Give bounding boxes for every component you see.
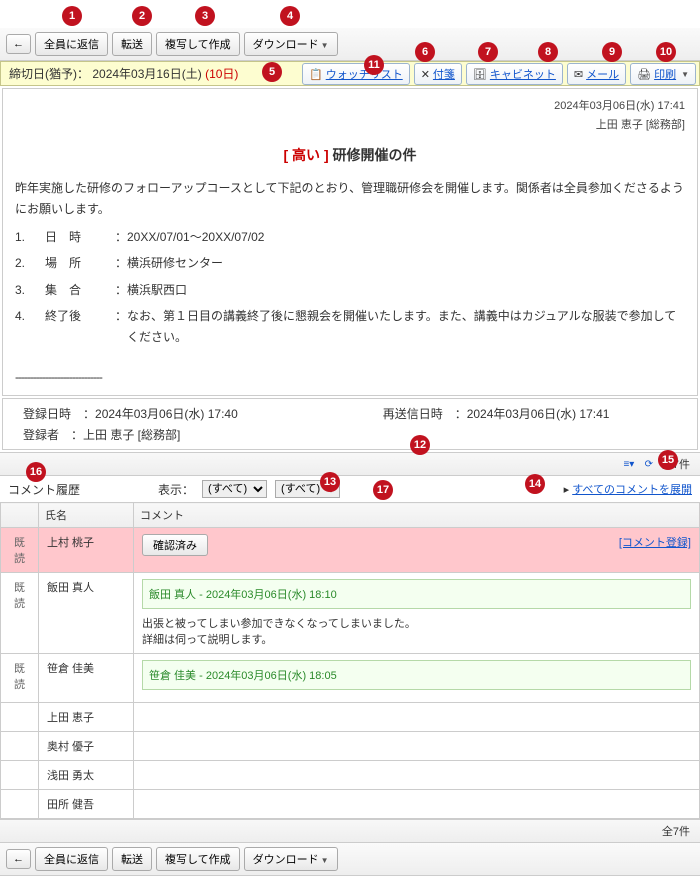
action-links-row: 📋ウォッチリスト ✕付箋 🗄キャビネット ✉メール 🖨印刷▼: [302, 63, 696, 85]
deadline-label: 締切日(猶予)：: [9, 67, 89, 81]
comment-timestamp: - 2024年03月06日(水) 18:10: [196, 589, 337, 601]
comment-history-label: コメント履歴: [8, 481, 80, 498]
comment-text: 詳細は伺って説明します。: [142, 631, 691, 647]
col-comment: コメント: [134, 503, 700, 528]
message-title: 研修開催の件: [333, 147, 417, 163]
comment-timestamp: - 2024年03月06日(水) 18:05: [196, 670, 337, 682]
expand-arrow-icon: ▸: [564, 484, 573, 496]
forward-button[interactable]: 転送: [112, 32, 152, 56]
dropdown-icon: ▼: [681, 70, 689, 79]
col-name: 氏名: [39, 503, 134, 528]
dropdown-icon: ▼: [321, 856, 329, 865]
table-row: 奥村 優子: [1, 732, 700, 761]
bottom-toolbar: ← 全員に返信 転送 複写して作成 ダウンロード▼: [0, 843, 700, 876]
back-button[interactable]: ←: [6, 849, 31, 869]
deadline-remaining: (10日): [205, 67, 238, 81]
fusen-link[interactable]: ✕付箋: [414, 63, 462, 85]
name-cell: 飯田 真人: [39, 573, 134, 654]
resent-datetime: 2024年03月06日(水) 17:41: [467, 407, 610, 421]
mail-icon: ✉: [574, 68, 583, 81]
confirm-button[interactable]: 確認済み: [142, 534, 208, 556]
comment-text: 出張と被ってしまい参加できなくなってしまいました。: [142, 615, 691, 631]
total-count: 全7件: [662, 456, 690, 472]
watchlist-link[interactable]: 📋ウォッチリスト: [302, 63, 410, 85]
copy-create-button[interactable]: 複写して作成: [156, 32, 240, 56]
filter-select-2[interactable]: (すべて): [275, 480, 340, 498]
total-count: 全7件: [662, 823, 690, 839]
name-cell: 笹倉 佳美: [39, 654, 134, 703]
message-datetime: 2024年03月06日(水) 17:41: [15, 97, 685, 116]
reply-all-button[interactable]: 全員に返信: [35, 847, 108, 871]
deadline-date: 2024年03月16日(土): [92, 67, 201, 81]
back-button[interactable]: ←: [6, 34, 31, 54]
name-cell: 奥村 優子: [39, 732, 134, 761]
expand-all-link[interactable]: すべてのコメントを展開: [572, 484, 692, 496]
copy-create-button[interactable]: 複写して作成: [156, 847, 240, 871]
table-row: 既読 飯田 真人 飯田 真人 - 2024年03月06日(水) 18:10 出張…: [1, 573, 700, 654]
download-button[interactable]: ダウンロード▼: [244, 32, 338, 56]
top-toolbar: ← 全員に返信 転送 複写して作成 ダウンロード▼: [0, 28, 700, 61]
show-label: 表示：: [158, 481, 194, 498]
separator-dashes: -----------------------------: [15, 367, 685, 387]
message-body: 2024年03月06日(水) 17:41 上田 恵子 [総務部] [ 高い ] …: [2, 88, 698, 396]
comment-block: 笹倉 佳美 - 2024年03月06日(水) 18:05: [142, 660, 691, 690]
name-cell: 田所 健吾: [39, 790, 134, 819]
comment-author: 笹倉 佳美: [149, 670, 196, 682]
filter-select-1[interactable]: (すべて): [202, 480, 267, 498]
table-row: 田所 健吾: [1, 790, 700, 819]
comment-block: 飯田 真人 - 2024年03月06日(水) 18:10: [142, 579, 691, 609]
priority-label: [ 高い ]: [284, 147, 329, 163]
detail-list: 1.日 時：20XX/07/01～20XX/07/02 2.場 所：横浜研修セン…: [15, 227, 685, 347]
registration-info: 登録日時 ：2024年03月06日(水) 17:40 再送信日時 ：2024年0…: [2, 398, 698, 450]
dropdown-icon: ▼: [321, 41, 329, 50]
name-cell: 上田 恵子: [39, 703, 134, 732]
message-sender: 上田 恵子 [総務部]: [15, 116, 685, 135]
registered-by: 上田 恵子 [総務部]: [83, 428, 180, 442]
status-cell: 既読: [1, 528, 39, 573]
menu-icon[interactable]: ≡▾: [622, 457, 636, 471]
comment-register-link[interactable]: [コメント登録]: [619, 537, 691, 549]
table-row: 浅田 勇太: [1, 761, 700, 790]
count-bar: ≡▾ ⟳ 全7件: [0, 452, 700, 476]
name-cell: 上村 桃子: [39, 528, 134, 573]
cabinet-link[interactable]: 🗄キャビネット: [466, 63, 563, 85]
mail-link[interactable]: ✉メール: [567, 63, 626, 85]
refresh-icon[interactable]: ⟳: [642, 457, 656, 471]
status-cell: 既読: [1, 654, 39, 703]
forward-button[interactable]: 転送: [112, 847, 152, 871]
comments-table: 氏名 コメント 既読 上村 桃子 確認済み [コメント登録] 既読 飯田 真人 …: [0, 502, 700, 819]
table-row: 上田 恵子: [1, 703, 700, 732]
comment-author: 飯田 真人: [149, 589, 196, 601]
table-row: 既読 上村 桃子 確認済み [コメント登録]: [1, 528, 700, 573]
list-icon: 📋: [309, 68, 323, 81]
col-status: [1, 503, 39, 528]
registered-datetime: 2024年03月06日(水) 17:40: [95, 407, 238, 421]
print-icon: 🖨: [637, 68, 651, 81]
tag-icon: ✕: [421, 68, 430, 81]
download-button[interactable]: ダウンロード▼: [244, 847, 338, 871]
print-link[interactable]: 🖨印刷▼: [630, 63, 696, 85]
message-intro: 昨年実施した研修のフォローアップコースとして下記のとおり、管理職研修会を開催しま…: [15, 178, 685, 219]
name-cell: 浅田 勇太: [39, 761, 134, 790]
reply-all-button[interactable]: 全員に返信: [35, 32, 108, 56]
comment-header: コメント履歴 表示： (すべて) (すべて) ▸ すべてのコメントを展開: [0, 476, 700, 502]
status-cell: 既読: [1, 573, 39, 654]
table-row: 既読 笹倉 佳美 笹倉 佳美 - 2024年03月06日(水) 18:05: [1, 654, 700, 703]
cabinet-icon: 🗄: [473, 68, 487, 81]
